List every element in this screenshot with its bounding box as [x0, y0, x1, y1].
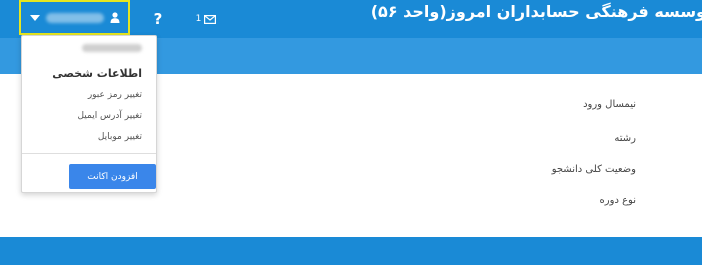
change-mobile-link[interactable]: تغییر موبایل — [98, 132, 142, 142]
username-redacted — [45, 12, 104, 23]
field-label-major: رشته — [614, 133, 636, 144]
personal-info-heading: اطلاعات شخصی — [52, 67, 142, 80]
field-label-student-status: وضعیت کلی دانشجو — [551, 164, 636, 175]
menu-divider — [22, 153, 156, 154]
user-icon — [110, 12, 120, 23]
footer-bar — [0, 237, 702, 265]
add-account-button[interactable]: افزودن اکانت — [69, 164, 156, 189]
user-id-redacted — [82, 44, 142, 52]
caret-down-icon — [29, 14, 40, 21]
user-dropdown-menu: اطلاعات شخصی تغییر رمز عبور تغییر آدرس ا… — [21, 35, 157, 193]
help-icon[interactable]: ? — [148, 0, 168, 38]
envelope-icon — [204, 14, 217, 24]
user-menu-button[interactable] — [19, 0, 130, 35]
inbox-button[interactable]: 1 — [186, 0, 226, 38]
inbox-count: 1 — [195, 14, 202, 24]
field-label-course-type: نوع دوره — [599, 195, 636, 206]
app-title: وسسه فرهنگی حسابداران امروز(واحد ۵۶) — [370, 2, 702, 21]
field-label-entry-semester: نیمسال ورود — [583, 99, 636, 110]
change-password-link[interactable]: تغییر رمز عبور — [88, 90, 142, 100]
change-email-link[interactable]: تغییر آدرس ایمیل — [77, 111, 142, 121]
